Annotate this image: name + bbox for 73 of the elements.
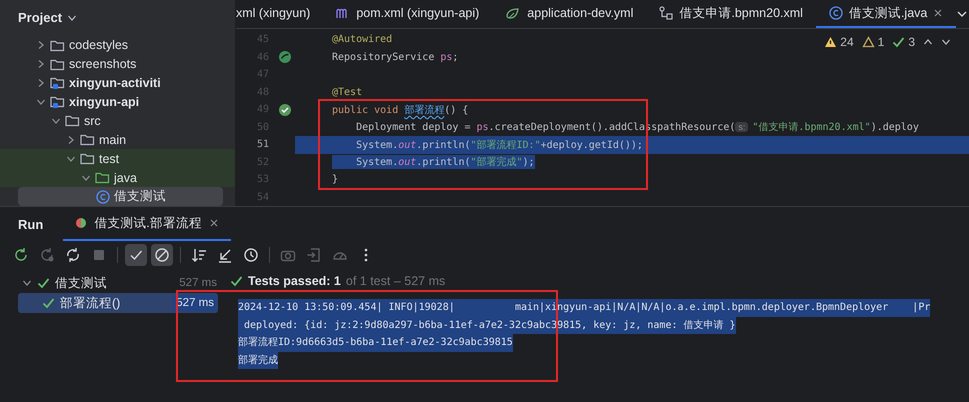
status-text: Tests passed: 1 (248, 274, 341, 288)
chevron-down-icon (36, 97, 46, 107)
test-node[interactable]: 借支测试 527 ms (0, 273, 218, 293)
duration-label: 527 ms (179, 277, 217, 289)
check-icon (37, 277, 50, 289)
tree-item[interactable]: screenshots (0, 54, 235, 74)
chevron-down-icon[interactable] (941, 37, 951, 47)
line-number: 51 (256, 139, 269, 150)
folder-icon (50, 58, 65, 71)
folder-icon (50, 38, 65, 52)
editor-tab[interactable]: application-dev.yml (492, 0, 646, 28)
code-line: } (332, 174, 338, 186)
code-line: RepositoryService ps; (332, 52, 458, 63)
check-icon (892, 36, 906, 48)
folder-icon (95, 171, 110, 184)
folder-icon (80, 133, 95, 146)
chevron-right-icon (36, 40, 46, 50)
test-status-icon (75, 217, 88, 229)
status-detail: of 1 test – 527 ms (346, 274, 446, 288)
inspection-counter[interactable]: 3 (892, 35, 915, 49)
warning-icon (862, 36, 875, 48)
module-folder-icon (50, 76, 65, 90)
close-icon[interactable] (933, 8, 944, 18)
diagram-icon (659, 6, 674, 20)
editor-tab[interactable]: pom.xml (xingyun-api) (323, 0, 492, 28)
tree-item[interactable]: main (0, 130, 235, 150)
tree-item[interactable]: xingyun-activiti (0, 74, 235, 93)
more-icon (364, 247, 368, 263)
chevron-right-icon (66, 134, 76, 145)
tree-item[interactable]: java (0, 168, 235, 188)
check-icon (230, 275, 243, 287)
chevron-up-icon[interactable] (923, 37, 933, 47)
refresh-icon (39, 247, 55, 263)
panel-title: Run (18, 216, 44, 232)
arrow-icon (217, 247, 233, 263)
code-line: @Test (332, 86, 362, 98)
cycle-icon (65, 247, 81, 263)
tree-item[interactable]: xingyun-api (0, 92, 235, 112)
class-icon (96, 190, 110, 204)
check-button[interactable] (125, 244, 147, 266)
inspection-counter[interactable]: 24 (824, 35, 854, 49)
folder-icon (65, 114, 80, 128)
export-icon (306, 247, 322, 263)
run-tab[interactable]: 借支测试.部署流程 (63, 207, 231, 241)
module-folder-icon (50, 95, 65, 109)
refresh-icon (13, 247, 29, 263)
sort-icon (191, 247, 207, 263)
tree-item[interactable]: test (0, 149, 235, 168)
clock-icon (243, 247, 259, 263)
chevron-right-icon (36, 78, 46, 88)
circle-slash-button[interactable] (151, 244, 173, 266)
run-passed-icon (278, 102, 292, 117)
bean-icon (278, 50, 292, 64)
tree-item[interactable]: 借支测试 (18, 187, 223, 206)
class-icon (828, 6, 843, 20)
panel-title[interactable]: Project (18, 10, 62, 26)
code-line: public void 部署流程() { (332, 104, 468, 117)
tree-item[interactable]: src (0, 111, 235, 130)
tree-item[interactable]: codestyles (0, 36, 235, 55)
chevron-right-icon (36, 59, 46, 70)
inspection-counter[interactable]: 1 (862, 35, 884, 49)
circle-slash-icon (154, 247, 170, 263)
editor-tab[interactable]: 借支测试.java (816, 0, 956, 28)
stop-icon (91, 247, 107, 263)
chevron-down-icon (22, 278, 32, 288)
editor-tab[interactable]: xml (xingyun) (236, 0, 324, 28)
check-icon (42, 297, 55, 309)
editor-tab[interactable]: 借支申请.bpmn20.xml (646, 0, 816, 28)
close-icon[interactable] (208, 218, 219, 228)
code-line: @Autowired (332, 34, 392, 46)
warning-icon (824, 36, 838, 48)
folder-icon (80, 152, 95, 166)
leaf-icon (505, 6, 522, 20)
